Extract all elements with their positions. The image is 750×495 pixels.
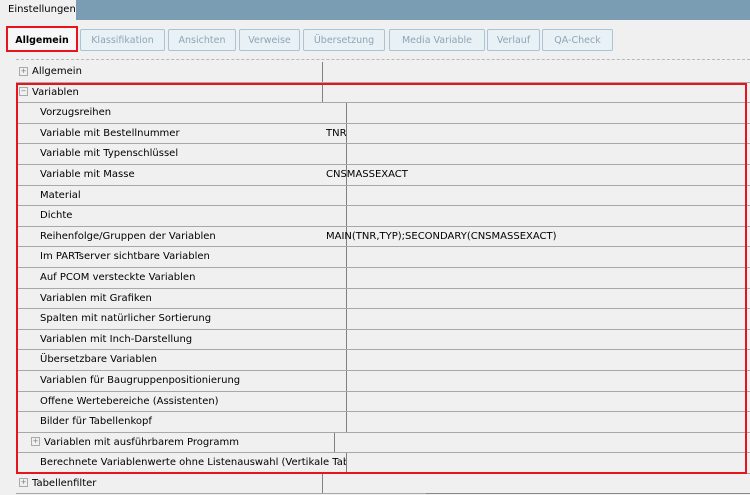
window-tab-einstellungen[interactable]: Einstellungen — [0, 0, 76, 20]
property-row[interactable]: Berechnete Variablenwerte ohne Listenaus… — [16, 453, 750, 474]
tree-row-variablen[interactable]: − Variablen — [16, 82, 750, 104]
property-label: Offene Wertebereiche (Assistenten) — [40, 395, 219, 407]
property-row[interactable]: Vorzugsreihen — [16, 103, 750, 124]
collapse-icon[interactable]: − — [19, 87, 28, 97]
divider — [426, 493, 750, 494]
property-row[interactable]: Variablen für Baugruppenpositionierung — [16, 370, 750, 392]
expand-icon[interactable]: + — [19, 66, 28, 76]
tab-verlauf[interactable]: Verlauf — [487, 29, 540, 51]
tab-uebersetzung[interactable]: Übersetzung — [303, 29, 385, 51]
property-row[interactable]: Im PARTserver sichtbare Variablen — [16, 247, 750, 268]
property-grid: + Allgemein − Variablen Vorzugsreihen Varia… — [16, 62, 750, 495]
property-label: Variablen für Baugruppenpositionierung — [40, 374, 241, 386]
property-row[interactable]: Auf PCOM versteckte Variablen — [16, 267, 750, 289]
property-value[interactable]: TNR — [326, 124, 347, 143]
property-row[interactable]: Dichte — [16, 206, 750, 227]
property-label: Vorzugsreihen — [40, 107, 112, 119]
property-label: Variablen mit Grafiken — [40, 292, 152, 304]
property-label: Variablen mit ausführbarem Programm — [44, 436, 239, 448]
property-label: Material — [40, 189, 81, 201]
property-label: Variable mit Typenschlüssel — [40, 148, 179, 160]
title-bar — [0, 0, 750, 20]
property-row[interactable]: + Variablen mit ausführbarem Programm — [16, 432, 750, 454]
property-label: Spalten mit natürlicher Sortierung — [40, 313, 212, 325]
property-row[interactable]: Reihenfolge/Gruppen der Variablen MAIN(TN… — [16, 226, 750, 248]
property-row[interactable]: Offene Wertebereiche (Assistenten) — [16, 391, 750, 413]
property-row[interactable]: Übersetzbare Variablen — [16, 350, 750, 371]
expand-icon[interactable]: + — [19, 478, 28, 488]
property-row[interactable]: Variablen mit Inch-Darstellung — [16, 329, 750, 351]
tab-ansichten[interactable]: Ansichten — [168, 29, 236, 51]
property-label: Reihenfolge/Gruppen der Variablen — [40, 230, 216, 242]
property-label: Im PARTserver sichtbare Variablen — [40, 251, 210, 263]
property-row[interactable]: Variable mit Typenschlüssel — [16, 144, 750, 165]
tab-allgemein[interactable]: Allgemein — [6, 26, 78, 52]
property-label: Variable mit Masse — [40, 168, 135, 180]
row-label: Tabellenfilter — [32, 477, 97, 489]
tree-row-allgemein[interactable]: + Allgemein — [16, 62, 750, 83]
tab-media-variable[interactable]: Media Variable — [389, 29, 485, 51]
expand-icon[interactable]: + — [31, 437, 40, 447]
tab-qa-check[interactable]: QA-Check — [542, 29, 613, 51]
tab-klassifikation[interactable]: Klassifikation — [80, 29, 165, 51]
property-label: Übersetzbare Variablen — [40, 354, 157, 366]
property-value[interactable]: MAIN(TNR,TYP);SECONDARY(CNSMASSEXACT) — [326, 227, 557, 246]
property-label: Auf PCOM versteckte Variablen — [40, 271, 196, 283]
property-row[interactable]: Material — [16, 185, 750, 207]
row-label: Allgemein — [32, 66, 82, 77]
property-label: Berechnete Variablenwerte ohne Listenaus… — [40, 457, 347, 469]
property-row[interactable]: Variable mit Masse CNSMASSEXACT — [16, 164, 750, 186]
row-label: Variablen — [32, 86, 79, 98]
property-label: Dichte — [40, 210, 73, 222]
tab-verweise[interactable]: Verweise — [239, 29, 300, 51]
tree-row-tabellenfilter[interactable]: + Tabellenfilter — [16, 473, 750, 495]
divider — [16, 59, 750, 60]
property-value[interactable]: CNSMASSEXACT — [326, 165, 408, 184]
property-row[interactable]: Spalten mit natürlicher Sortierung — [16, 309, 750, 330]
property-row[interactable]: Variablen mit Grafiken — [16, 288, 750, 310]
property-label: Variable mit Bestellnummer — [40, 127, 180, 139]
property-row[interactable]: Variable mit Bestellnummer TNR — [16, 123, 750, 145]
property-row[interactable]: Bilder für Tabellenkopf — [16, 412, 750, 433]
property-label: Variablen mit Inch-Darstellung — [40, 333, 193, 345]
property-label: Bilder für Tabellenkopf — [40, 416, 152, 428]
